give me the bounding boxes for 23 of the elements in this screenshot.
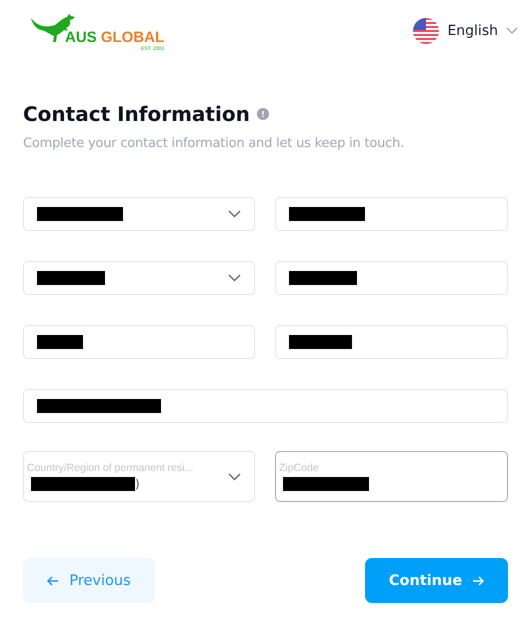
input-field[interactable] [275, 325, 508, 359]
chevron-down-icon [228, 274, 241, 282]
input-field[interactable] [23, 325, 255, 359]
logo-text: AUS GLOBAL [65, 29, 164, 46]
continue-button[interactable]: Continue [365, 558, 508, 603]
input-field[interactable] [275, 197, 508, 231]
chevron-down-icon [228, 472, 241, 480]
previous-button[interactable]: Previous [23, 558, 155, 603]
section-subtitle: Complete your contact information and let us keep in touch. [23, 136, 406, 151]
section-title: Contact Information [23, 102, 250, 126]
select-field[interactable] [23, 261, 255, 295]
flag-icon [413, 18, 440, 44]
input-field[interactable]: ZipCode [275, 451, 508, 502]
input-field[interactable] [23, 389, 508, 423]
select-field[interactable]: Country/Region of permanent resi... ) [23, 451, 255, 502]
select-field[interactable] [23, 197, 255, 231]
info-icon [256, 108, 269, 120]
input-field[interactable] [275, 261, 508, 295]
chevron-down-icon [506, 27, 518, 35]
arrow-left-icon [47, 576, 60, 586]
language-selector[interactable]: English [413, 12, 518, 44]
chevron-down-icon [228, 210, 241, 218]
arrow-right-icon [472, 576, 484, 586]
